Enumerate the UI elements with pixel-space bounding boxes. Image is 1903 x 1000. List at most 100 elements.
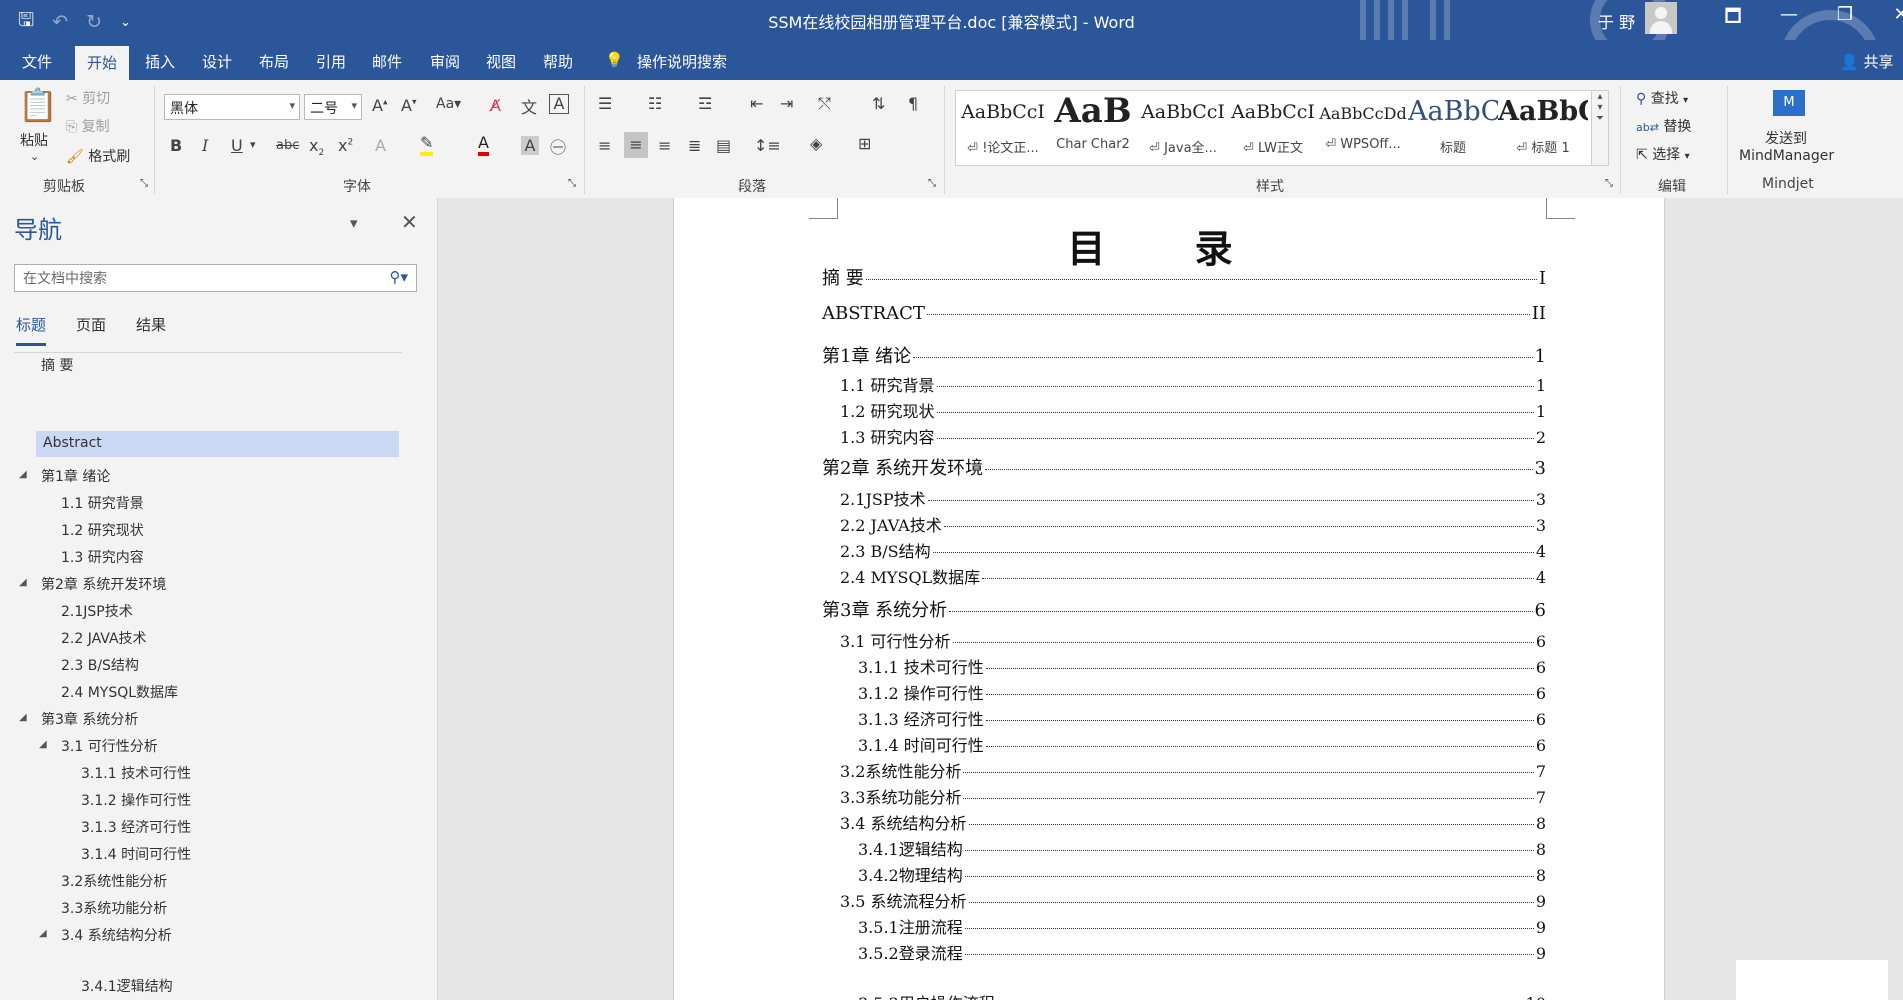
style-item[interactable]: AaBbCcI ⏎ Java全... [1138,91,1228,163]
align-left-icon[interactable]: ≡ [598,136,611,155]
shading-icon[interactable]: ◈ [810,134,822,153]
numbering-icon[interactable]: ☷ [648,94,662,113]
align-center-icon[interactable]: ≡ [624,132,648,158]
nav-heading-item[interactable]: 1.3 研究内容 [61,547,144,567]
toc-entry[interactable]: 摘 要I [822,264,1546,290]
nav-heading-item[interactable]: 摘 要 [41,355,73,375]
toc-entry[interactable]: 3.5 系统流程分析 9 [840,888,1546,912]
styles-launcher-icon[interactable]: ⤡ [1605,178,1613,189]
nav-heading-item[interactable]: 2.2 JAVA技术 [61,628,147,648]
borders-icon[interactable]: ⊞ [858,134,871,153]
toc-entry[interactable]: 第1章 绪论 1 [822,342,1546,368]
toc-entry[interactable]: 第2章 系统开发环境 3 [822,454,1546,480]
style-item[interactable]: AaBbCcI ⏎ LW正文 [1228,91,1318,163]
toc-entry[interactable]: 3.1.4 时间可行性 6 [858,732,1546,756]
toc-entry[interactable]: 3.3系统功能分析 7 [840,784,1546,808]
cut-button[interactable]: ✂ 剪切 [66,88,110,108]
style-item[interactable]: AaBbC ⏎ 标题 1 [1498,91,1588,163]
font-color-icon[interactable]: A [478,134,489,156]
style-item[interactable]: AaBbCcI ⏎ !论文正... [958,91,1048,163]
toc-entry[interactable]: 3.5.2登录流程 9 [858,940,1546,964]
tab-layout[interactable]: 布局 [259,51,289,72]
tab-review[interactable]: 审阅 [430,51,460,72]
sort-icon[interactable]: ⇅ [872,94,885,113]
vertical-scrollbar[interactable] [1888,198,1903,1000]
nav-heading-item[interactable]: 1.2 研究现状 [61,520,144,540]
collapse-triangle-icon[interactable]: ◢ [19,712,27,723]
mindmanager-icon[interactable]: M [1773,90,1805,116]
subscript-icon[interactable]: x2 [309,136,324,158]
toc-entry[interactable]: 1.3 研究内容 2 [840,424,1546,448]
toc-entry[interactable]: 3.5.3用户操作流程10 [858,990,1546,1000]
minimize-icon[interactable]: — [1761,4,1817,34]
find-button[interactable]: ⚲ 查找 ▾ [1636,88,1688,108]
share-button[interactable]: 👤 共享 [1840,51,1893,72]
tab-references[interactable]: 引用 [316,51,346,72]
highlight-icon[interactable]: ✎ [420,134,434,156]
toc-entry[interactable]: 3.1.2 操作可行性 6 [858,680,1546,704]
toc-entry[interactable]: 3.1 可行性分析 6 [840,628,1546,652]
toc-entry[interactable]: 3.4.1逻辑结构 8 [858,836,1546,860]
toc-entry[interactable]: 3.4 系统结构分析 8 [840,810,1546,834]
user-name[interactable]: 于 野 [1598,9,1635,33]
document-page[interactable]: 目 录 摘 要I ABSTRACT II 第1章 绪论 1 1.1 研究背景 1 1.… [673,198,1665,1000]
search-icon[interactable]: ⚲▾ [389,268,408,286]
align-right-icon[interactable]: ≡ [658,136,671,155]
nav-heading-item[interactable]: 2.4 MYSQL数据库 [61,682,178,702]
underline-icon[interactable]: U [231,136,243,155]
toc-entry[interactable]: 3.1.3 经济可行性 6 [858,706,1546,730]
nav-heading-item[interactable]: 第2章 系统开发环境 [41,574,166,594]
styles-scroll[interactable]: ▴ ▾ ⏷ [1591,90,1609,166]
superscript-icon[interactable]: x2 [338,136,353,155]
enclose-characters-icon[interactable]: ㊀ [550,134,566,158]
avatar[interactable] [1645,2,1677,34]
style-item[interactable]: AaB Char Char2 [1048,91,1138,163]
toc-entry[interactable]: 3.1.1 技术可行性 6 [858,654,1546,678]
toc-entry[interactable]: 2.1JSP技术 3 [840,486,1546,510]
toc-entry[interactable]: 1.2 研究现状 1 [840,398,1546,422]
text-effects-icon[interactable]: A [375,136,386,155]
search-input[interactable] [21,266,365,292]
nav-heading-item[interactable]: 3.3系统功能分析 [61,898,167,918]
send-to-button[interactable]: 发送到 [1765,128,1807,148]
bullets-icon[interactable]: ☰ [598,94,612,113]
font-name-combo[interactable]: 黑体 [164,94,300,120]
toc-entry[interactable]: 2.2 JAVA技术 3 [840,512,1546,536]
multilevel-list-icon[interactable]: ☲ [698,94,712,113]
select-button[interactable]: ⇱ 选择 ▾ [1636,144,1690,164]
copy-button[interactable]: ⎘ 复制 [66,116,110,136]
toc-entry[interactable]: 2.4 MYSQL数据库 4 [840,564,1546,588]
nav-heading-item[interactable]: 3.1.1 技术可行性 [81,763,191,783]
nav-heading-item[interactable]: 3.4 系统结构分析 [61,925,172,945]
mindmanager-label[interactable]: MindManager [1739,148,1834,164]
tab-insert[interactable]: 插入 [145,51,175,72]
strikethrough-icon[interactable]: abc [276,138,299,153]
tab-home[interactable]: 开始 [75,46,130,80]
asian-layout-icon[interactable]: ⤲ [818,94,831,114]
change-case-icon[interactable]: Aa▾ [436,96,461,112]
paste-dropdown-icon[interactable]: ⌄ [30,150,39,163]
nav-heading-item[interactable]: Abstract [36,431,399,457]
paste-button[interactable]: 粘贴 [20,130,48,150]
font-launcher-icon[interactable]: ⤡ [568,178,576,189]
nav-options-icon[interactable]: ▾ [350,214,358,232]
format-painter-button[interactable]: 🖌 格式刷 [66,146,130,166]
distributed-icon[interactable]: ▤ [716,136,731,155]
toc-entry[interactable]: 3.5.1注册流程 9 [858,914,1546,938]
tab-view[interactable]: 视图 [486,51,516,72]
character-border-icon[interactable]: A [549,94,569,114]
clipboard-launcher-icon[interactable]: ⤡ [140,178,148,189]
toc-entry[interactable]: 1.1 研究背景 1 [840,372,1546,396]
grow-font-icon[interactable]: A▴ [372,96,387,115]
collapse-triangle-icon[interactable]: ◢ [19,469,27,480]
phonetic-guide-icon[interactable]: 文 [521,94,537,118]
nav-heading-item[interactable]: 3.2系统性能分析 [61,871,167,891]
toc-entry[interactable]: 3.2系统性能分析 7 [840,758,1546,782]
nav-heading-item[interactable]: 3.4.1逻辑结构 [81,976,173,996]
toc-entry[interactable]: 第3章 系统分析 6 [822,596,1546,622]
tab-headings[interactable]: 标题 [16,314,47,346]
collapse-triangle-icon[interactable]: ◢ [39,739,47,750]
style-item[interactable]: AaBbCcDd ⏎ WPSOff... [1318,91,1408,163]
ribbon-display-options-icon[interactable]: 🗖 [1705,4,1761,34]
tab-mailings[interactable]: 邮件 [372,51,402,72]
